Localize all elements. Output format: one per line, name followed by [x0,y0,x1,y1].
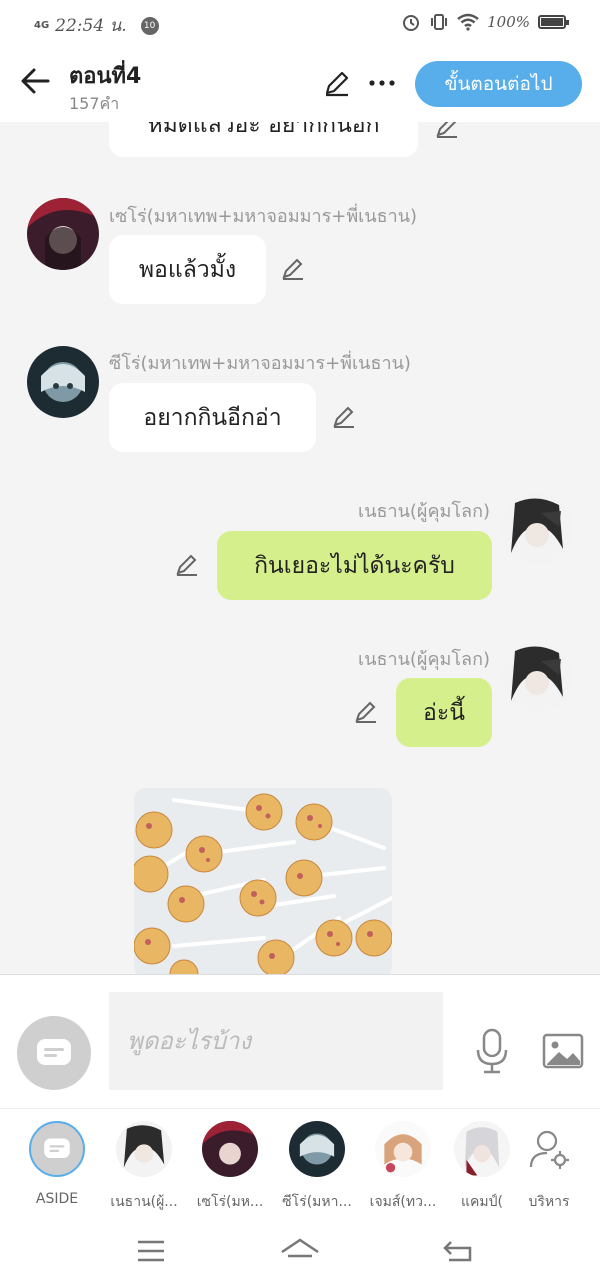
character-label: เนธาน(ผู้... [110,1194,178,1210]
status-time: 22:54 น. [55,16,127,36]
status-right: 100% [401,12,569,32]
character-label: ซีโร่(มหา... [282,1194,352,1210]
character-label: เซโร่(มห... [196,1194,264,1210]
back-arrow-icon[interactable] [18,64,52,98]
character-zero-1[interactable]: เซโร่(มห... [190,1121,270,1213]
character-aside[interactable]: ASIDE [17,1121,97,1207]
avatar[interactable] [501,641,573,713]
composer [0,974,600,1108]
sender-name: เซโร่(มหาเทพ+มหาจอมมาร+พี่เนธาน) [109,206,418,227]
character-label: บริหาร [528,1194,570,1210]
edit-message-icon[interactable] [174,552,200,578]
manage-characters-button[interactable]: บริหาร [509,1121,589,1213]
character-selector: ASIDE เนธาน(ผู้... เซโร่(มห... ซีโร่(มหา… [0,1108,600,1218]
message-text: พอแล้วมั้ง [138,256,237,283]
network-indicator: 4G [34,19,50,31]
image-message[interactable] [134,788,392,974]
aside-toggle-button[interactable] [17,1016,91,1090]
message-text: อ่ะนี้ [423,699,465,726]
sender-name: ซีโร่(มหาเทพ+มหาจอมมาร+พี่เนธาน) [109,353,411,374]
edit-message-icon[interactable] [434,122,460,140]
message-input[interactable] [109,992,443,1090]
back-icon[interactable] [443,1238,473,1264]
message-bubble[interactable]: กินเยอะไม่ได้นะครับ [217,531,492,600]
image-picker-icon[interactable] [542,1033,584,1069]
page-title: ตอนที่4 [69,64,142,89]
avatar[interactable] [27,346,99,418]
header: ตอนที่4 157คำ ขั้นตอนต่อไป [0,48,600,122]
notification-badge: 10 [140,16,159,35]
sender-name: เนธาน(ผู้คุมโลก) [358,501,490,522]
home-icon[interactable] [280,1238,320,1266]
avatar [289,1121,345,1177]
avatar[interactable] [27,198,99,270]
avatar [116,1121,172,1177]
edit-message-icon[interactable] [353,699,379,725]
vibrate-icon [431,14,448,30]
character-label: เจมส์(ทว... [369,1194,437,1210]
more-options-icon[interactable] [367,68,397,98]
battery-icon [538,15,569,29]
character-james[interactable]: เจมส์(ทว... [363,1121,443,1213]
chat-area: หมดแล้วอะ อยากกินอีก เซโร่(มหาเทพ+มหาจอม… [0,122,600,974]
next-step-button[interactable]: ขั้นตอนต่อไป [415,61,582,107]
edit-message-icon[interactable] [280,256,306,282]
edit-message-icon[interactable] [331,404,357,430]
alarm-icon [403,15,420,31]
status-left: 4G 22:54 น. 10 [34,12,159,39]
avatar [202,1121,258,1177]
sender-name: เนธาน(ผู้คุมโลก) [358,649,490,670]
message-bubble[interactable]: พอแล้วมั้ง [109,235,266,304]
chat-bubble-icon [37,1039,71,1065]
message-text: กินเยอะไม่ได้นะครับ [254,552,455,579]
word-count: 157คำ [69,94,120,113]
character-label: ASIDE [35,1191,79,1207]
character-nathan[interactable]: เนธาน(ผู้... [104,1121,184,1213]
message-text: หมดแล้วอะ อยากกินอีก [147,122,380,138]
microphone-icon[interactable] [474,1028,510,1074]
edit-pencil-icon[interactable] [322,68,352,98]
character-zero-2[interactable]: ซีโร่(มหา... [277,1121,357,1213]
manage-user-icon [521,1121,577,1177]
message-bubble[interactable]: หมดแล้วอะ อยากกินอีก [109,122,418,157]
message-bubble[interactable]: อ่ะนี้ [396,678,492,747]
message-text: อยากกินอีกอ่า [143,404,282,431]
wifi-icon [457,13,479,31]
system-nav-bar [0,1218,600,1287]
menu-icon[interactable] [136,1238,166,1264]
aside-icon [29,1121,85,1177]
avatar [375,1121,431,1177]
avatar[interactable] [501,493,573,565]
status-bar: 4G 22:54 น. 10 100% [0,0,600,48]
battery-percent: 100% [487,13,530,31]
message-bubble[interactable]: อยากกินอีกอ่า [109,383,316,452]
avatar [454,1121,510,1177]
